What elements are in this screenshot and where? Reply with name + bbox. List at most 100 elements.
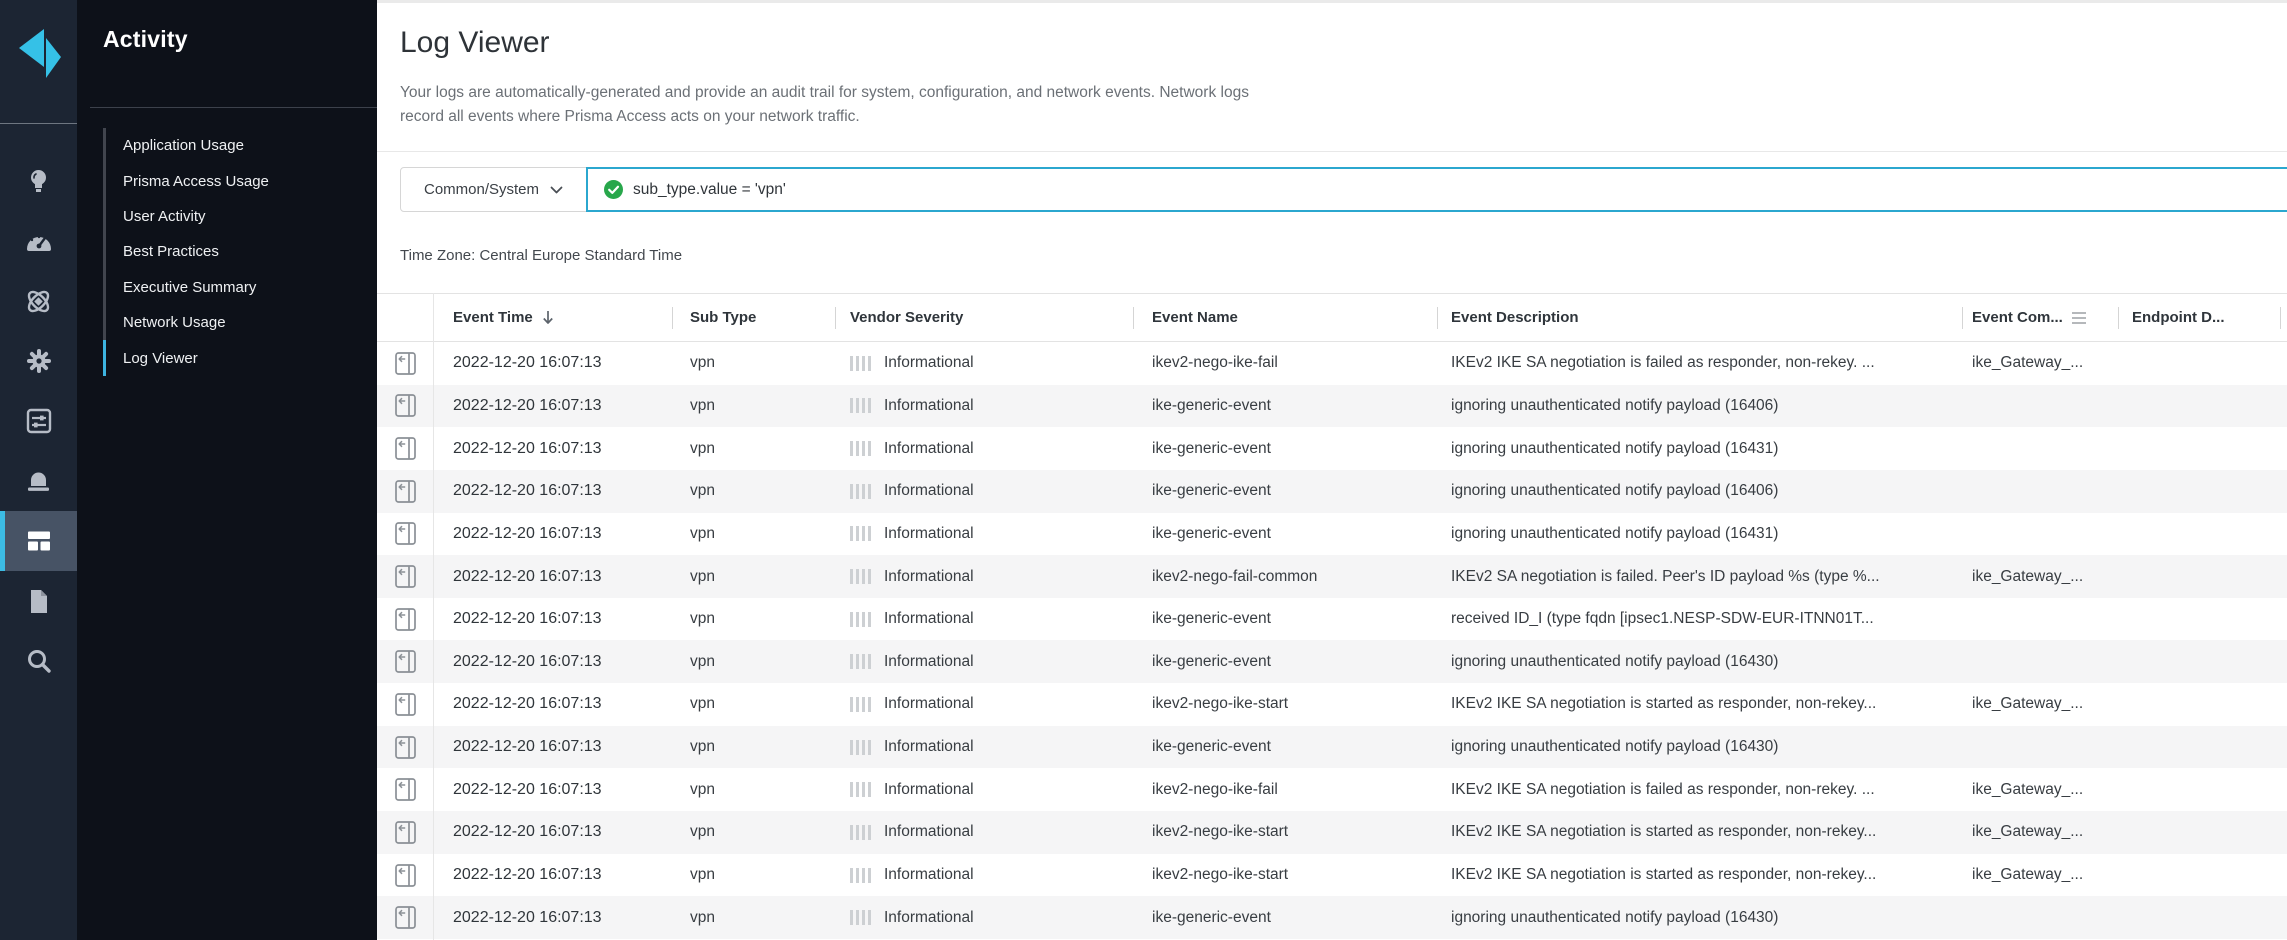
log-table-row[interactable]: 2022-12-20 16:07:13 vpn Informational ik… bbox=[377, 854, 2287, 897]
column-separator bbox=[1962, 307, 1963, 329]
rail-item-insights[interactable] bbox=[0, 151, 77, 211]
page-description-line2: record all events where Prisma Access ac… bbox=[400, 108, 860, 125]
header-cell-event-description[interactable]: Event Description bbox=[1437, 294, 1962, 341]
cell-event-comment: ike_Gateway_... bbox=[1962, 854, 2118, 897]
document-icon bbox=[27, 588, 51, 615]
rail-item-settings[interactable] bbox=[0, 331, 77, 391]
sidebar-item-application-usage[interactable]: Application Usage bbox=[103, 128, 377, 163]
severity-label: Informational bbox=[884, 866, 974, 884]
app-icon-rail bbox=[0, 0, 77, 940]
log-table-row[interactable]: 2022-12-20 16:07:13 vpn Informational ik… bbox=[377, 513, 2287, 556]
severity-label: Informational bbox=[884, 440, 974, 458]
log-table-row[interactable]: 2022-12-20 16:07:13 vpn Informational ik… bbox=[377, 470, 2287, 513]
log-table-row[interactable]: 2022-12-20 16:07:13 vpn Informational ik… bbox=[377, 385, 2287, 428]
cell-vendor-severity: Informational bbox=[835, 385, 1133, 428]
cell-event-comment bbox=[1962, 470, 2118, 513]
log-table-row[interactable]: 2022-12-20 16:07:13 vpn Informational ik… bbox=[377, 598, 2287, 641]
cell-sub-type: vpn bbox=[672, 896, 835, 939]
open-log-detail-button[interactable] bbox=[377, 896, 433, 939]
header-cell-vendor-severity[interactable]: Vendor Severity bbox=[835, 294, 1133, 341]
log-type-select[interactable]: Common/System bbox=[400, 167, 587, 212]
open-log-detail-button[interactable] bbox=[377, 811, 433, 854]
log-table-row[interactable]: 2022-12-20 16:07:13 vpn Informational ik… bbox=[377, 342, 2287, 385]
cell-event-name: ikev2-nego-fail-common bbox=[1133, 555, 1437, 598]
cell-endpoint bbox=[2118, 385, 2280, 428]
sidebar-item-label: Prisma Access Usage bbox=[123, 173, 269, 190]
column-separator bbox=[835, 307, 836, 329]
log-table-body: 2022-12-20 16:07:13 vpn Informational ik… bbox=[377, 342, 2287, 939]
cell-sub-type: vpn bbox=[672, 513, 835, 556]
header-cell-endpoint[interactable]: Endpoint D... bbox=[2118, 294, 2280, 341]
cell-endpoint bbox=[2118, 683, 2280, 726]
rail-item-search[interactable] bbox=[0, 631, 77, 691]
sidebar-item-network-usage[interactable]: Network Usage bbox=[103, 305, 377, 340]
open-log-detail-button[interactable] bbox=[377, 854, 433, 897]
open-log-detail-button[interactable] bbox=[377, 470, 433, 513]
sidebar-item-user-activity[interactable]: User Activity bbox=[103, 199, 377, 234]
open-log-detail-button[interactable] bbox=[377, 598, 433, 641]
cell-vendor-severity: Informational bbox=[835, 342, 1133, 385]
dashboard-tiles-icon bbox=[26, 529, 52, 553]
sidebar-item-best-practices[interactable]: Best Practices bbox=[103, 234, 377, 269]
column-menu-icon[interactable] bbox=[2072, 312, 2086, 324]
severity-label: Informational bbox=[884, 525, 974, 543]
open-log-detail-button[interactable] bbox=[377, 513, 433, 556]
cell-event-time: 2022-12-20 16:07:13 bbox=[433, 640, 672, 683]
rail-item-data-science[interactable] bbox=[0, 271, 77, 331]
log-table-row[interactable]: 2022-12-20 16:07:13 vpn Informational ik… bbox=[377, 726, 2287, 769]
open-detail-drawer-icon bbox=[395, 437, 416, 460]
cell-event-name: ike-generic-event bbox=[1133, 470, 1437, 513]
cell-event-comment bbox=[1962, 640, 2118, 683]
severity-bars-icon bbox=[850, 484, 871, 499]
open-log-detail-button[interactable] bbox=[377, 342, 433, 385]
log-table-header: Event Time Sub Type Vendor Severity Even… bbox=[377, 293, 2287, 342]
log-table-row[interactable]: 2022-12-20 16:07:13 vpn Informational ik… bbox=[377, 555, 2287, 598]
cell-event-description: IKEv2 IKE SA negotiation is started as r… bbox=[1437, 811, 1962, 854]
query-text: sub_type.value = 'vpn' bbox=[633, 181, 786, 199]
open-detail-drawer-icon bbox=[395, 394, 416, 417]
log-table-row[interactable]: 2022-12-20 16:07:13 vpn Informational ik… bbox=[377, 640, 2287, 683]
cell-event-comment bbox=[1962, 598, 2118, 641]
query-input[interactable]: sub_type.value = 'vpn' bbox=[586, 167, 2287, 212]
open-detail-drawer-icon bbox=[395, 565, 416, 588]
open-log-detail-button[interactable] bbox=[377, 768, 433, 811]
cell-vendor-severity: Informational bbox=[835, 683, 1133, 726]
header-cell-event-name[interactable]: Event Name bbox=[1133, 294, 1437, 341]
rail-item-dashboards[interactable] bbox=[0, 211, 77, 271]
sidebar-item-executive-summary[interactable]: Executive Summary bbox=[103, 270, 377, 305]
rail-item-reports[interactable] bbox=[0, 571, 77, 631]
header-cell-sub-type[interactable]: Sub Type bbox=[672, 294, 835, 341]
sidebar-item-label: Log Viewer bbox=[123, 350, 198, 367]
header-cell-event-comment[interactable]: Event Com... bbox=[1962, 294, 2118, 341]
severity-label: Informational bbox=[884, 482, 974, 500]
log-table-row[interactable]: 2022-12-20 16:07:13 vpn Informational ik… bbox=[377, 683, 2287, 726]
cell-sub-type: vpn bbox=[672, 683, 835, 726]
sidebar-item-log-viewer[interactable]: Log Viewer bbox=[103, 340, 377, 375]
cell-event-time: 2022-12-20 16:07:13 bbox=[433, 513, 672, 556]
open-log-detail-button[interactable] bbox=[377, 427, 433, 470]
lightbulb-icon bbox=[26, 168, 51, 194]
rail-item-activity-selected[interactable] bbox=[0, 511, 77, 571]
severity-bars-icon bbox=[850, 612, 871, 627]
open-log-detail-button[interactable] bbox=[377, 385, 433, 428]
severity-label: Informational bbox=[884, 354, 974, 372]
open-detail-drawer-icon bbox=[395, 778, 416, 801]
log-table-row[interactable]: 2022-12-20 16:07:13 vpn Informational ik… bbox=[377, 811, 2287, 854]
search-icon bbox=[26, 648, 52, 674]
header-cell-event-time[interactable]: Event Time bbox=[433, 294, 672, 341]
cell-sub-type: vpn bbox=[672, 640, 835, 683]
open-log-detail-button[interactable] bbox=[377, 683, 433, 726]
rail-item-workflows[interactable] bbox=[0, 391, 77, 451]
log-table-row[interactable]: 2022-12-20 16:07:13 vpn Informational ik… bbox=[377, 896, 2287, 939]
app-logo[interactable] bbox=[0, 18, 77, 88]
cell-event-comment: ike_Gateway_... bbox=[1962, 768, 2118, 811]
log-table-row[interactable]: 2022-12-20 16:07:13 vpn Informational ik… bbox=[377, 768, 2287, 811]
open-log-detail-button[interactable] bbox=[377, 555, 433, 598]
open-log-detail-button[interactable] bbox=[377, 640, 433, 683]
rail-item-incidents[interactable] bbox=[0, 451, 77, 511]
open-log-detail-button[interactable] bbox=[377, 726, 433, 769]
sidebar-item-prisma-access-usage[interactable]: Prisma Access Usage bbox=[103, 163, 377, 198]
cell-vendor-severity: Informational bbox=[835, 470, 1133, 513]
log-table-row[interactable]: 2022-12-20 16:07:13 vpn Informational ik… bbox=[377, 427, 2287, 470]
cell-vendor-severity: Informational bbox=[835, 896, 1133, 939]
